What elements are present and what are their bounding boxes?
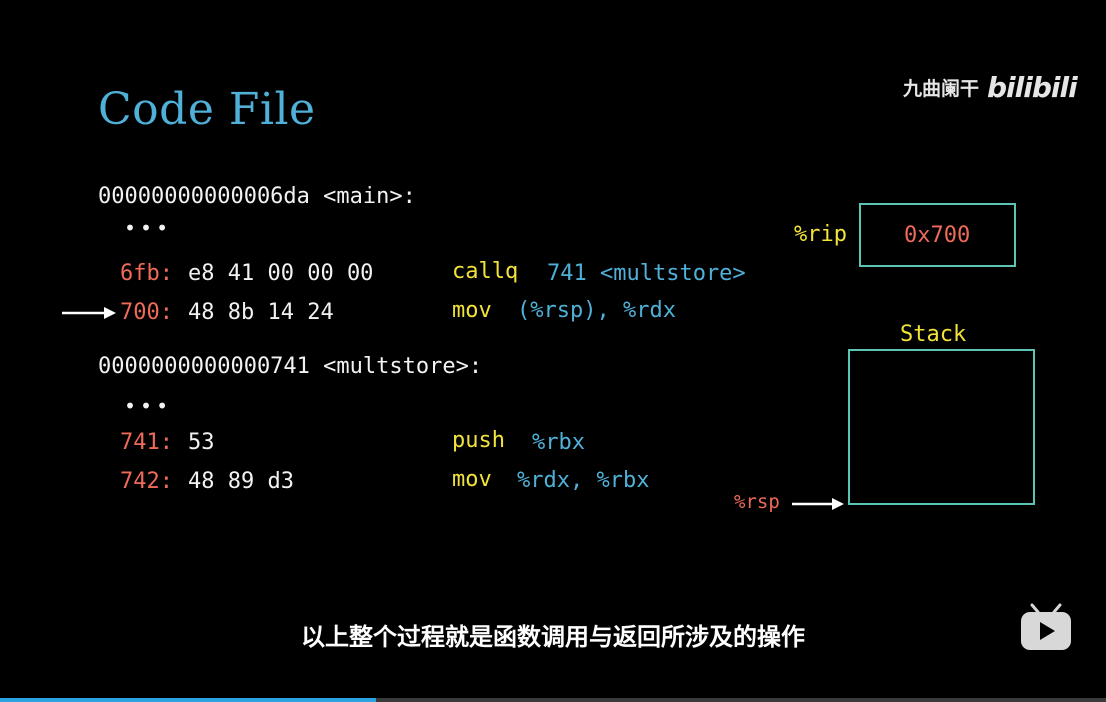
code-line-op: callq — [452, 259, 519, 284]
code-line-bytes: 48 89 d3 — [188, 469, 294, 494]
rip-label: %rip — [794, 222, 847, 247]
code-line-addr: 700: — [120, 300, 173, 325]
rsp-label: %rsp — [734, 491, 780, 513]
code-line-bytes: e8 41 00 00 00 — [188, 261, 374, 286]
main-header: 00000000000006da <main>: — [98, 184, 416, 209]
video-progress-bar[interactable] — [0, 698, 1106, 702]
stack-box — [848, 349, 1035, 505]
multstore-ellipsis: ••• — [124, 394, 173, 418]
code-line-addr: 742: — [120, 469, 173, 494]
main-ellipsis: ••• — [124, 216, 173, 240]
subtitle-caption: 以上整个过程就是函数调用与返回所涉及的操作 — [301, 623, 805, 651]
rsp-arrow-icon — [792, 498, 844, 510]
code-line-args: %rdx, %rbx — [517, 468, 650, 493]
video-progress-fill — [0, 698, 377, 702]
bilibili-tv-icon — [1021, 603, 1071, 650]
code-line-args: (%rsp), %rdx — [517, 298, 676, 323]
code-line-op: push — [452, 428, 505, 453]
stack-label: Stack — [900, 322, 967, 347]
code-line-bytes: 53 — [188, 430, 215, 455]
code-line-addr: 6fb: — [120, 261, 173, 286]
code-line-bytes: 48 8b 14 24 — [188, 300, 334, 325]
page-title: Code File — [98, 84, 316, 135]
rip-value: 0x700 — [904, 223, 971, 248]
code-line-addr: 741: — [120, 430, 173, 455]
code-line-args: 741 <multstore> — [547, 261, 746, 286]
code-line-args: %rbx — [532, 430, 585, 455]
watermark: 九曲阑干 bilibili — [903, 70, 1078, 104]
pc-arrow-icon — [62, 307, 116, 319]
code-line-op: mov — [452, 298, 492, 323]
multstore-header: 0000000000000741 <multstore>: — [98, 354, 483, 379]
code-line-op: mov — [452, 467, 492, 492]
watermark-text: 九曲阑干 — [903, 77, 980, 100]
bilibili-logo: bilibili — [987, 70, 1078, 104]
